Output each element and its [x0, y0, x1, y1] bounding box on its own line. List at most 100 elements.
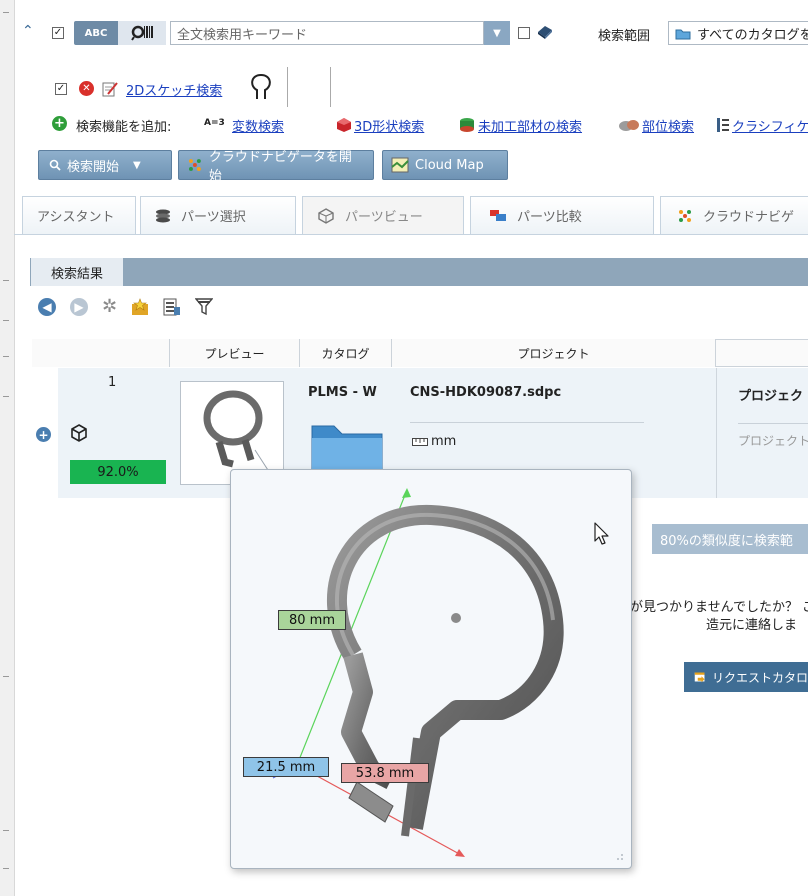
remove-icon[interactable]: ✕	[79, 81, 94, 96]
search-dropdown-button[interactable]: ▼	[484, 21, 510, 45]
classification-search-link[interactable]: クラシフィケ	[732, 116, 808, 135]
cloud-navigator-start-button[interactable]: クラウドナビゲータを開始	[178, 150, 374, 184]
add-function-row: + 検索機能を追加: A=3 変数検索 3D形状検索 未加工部材の検索 部位検索…	[0, 113, 808, 137]
parts-view-icon	[318, 207, 334, 224]
expand-row-icon[interactable]: +	[36, 427, 51, 442]
part-region-search-link[interactable]: 部位検索	[642, 116, 694, 135]
search-icon	[49, 159, 61, 171]
search-start-button[interactable]: 検索開始 ▼	[38, 150, 172, 180]
parts-compare-icon	[490, 209, 506, 221]
search-range-value: すべてのカタログを	[697, 27, 808, 43]
request-catalog-button[interactable]: リクエストカタロ	[684, 662, 808, 692]
tab-parts-view-label: パーツビュー	[345, 210, 423, 225]
results-header-bar	[30, 258, 808, 286]
tab-cloud-navigator-label: クラウドナビゲ	[703, 210, 795, 225]
collapse-icon[interactable]: ⌃	[22, 24, 34, 38]
back-icon[interactable]: ◀	[38, 298, 56, 316]
not-found-text-2: 造元に連絡しま	[706, 618, 798, 633]
mouse-cursor-icon	[594, 522, 610, 550]
filter-icon[interactable]	[195, 298, 214, 316]
project-divider	[410, 422, 644, 423]
unit-label: mm	[431, 434, 457, 449]
divider	[287, 67, 288, 107]
column-header-blank	[32, 339, 170, 367]
column-header-catalog[interactable]: カタログ	[300, 339, 392, 367]
raw-material-icon	[458, 117, 476, 137]
tab-parts-compare-label: パーツ比較	[517, 210, 582, 225]
parts-select-icon	[156, 209, 170, 222]
column-header-project[interactable]: プロジェクト	[392, 339, 716, 367]
cloud-map-button[interactable]: Cloud Map	[382, 150, 508, 180]
search-input[interactable]: 全文検索用キーワード	[170, 21, 484, 45]
favorite-folder-icon[interactable]	[131, 298, 149, 316]
add-icon: +	[52, 116, 67, 131]
cloud-navigator-icon	[188, 159, 201, 171]
settings-gear-icon[interactable]: ✲	[102, 298, 117, 316]
similarity-search-button[interactable]: 80%の類似度に検索範	[652, 524, 808, 554]
dimension-label-red: 53.8 mm	[341, 763, 429, 783]
abc-mode[interactable]: ABC	[74, 28, 118, 39]
2d-sketch-search-link[interactable]: 2Dスケッチ検索	[126, 80, 222, 99]
results-toolbar: ◀ ▶ ✲	[38, 298, 214, 316]
catalog-checkbox[interactable]	[518, 27, 530, 39]
dimension-label-green: 80 mm	[278, 610, 346, 630]
column-header-preview[interactable]: プレビュー	[170, 339, 300, 367]
cloud-navigator-start-label: クラウドナビゲータを開始	[208, 150, 352, 184]
tab-assistant[interactable]: アシスタント	[22, 196, 136, 234]
tab-bar-line	[14, 234, 808, 235]
map-icon	[391, 157, 409, 173]
similarity-badge: 92.0%	[70, 460, 166, 484]
book-icon	[536, 23, 554, 45]
3d-shape-icon	[336, 117, 352, 137]
search-checkbox[interactable]: ✓	[52, 27, 64, 39]
forward-icon[interactable]: ▶	[70, 298, 88, 316]
add-function-label: 検索機能を追加:	[76, 120, 172, 135]
tab-parts-compare[interactable]: パーツ比較	[470, 196, 654, 234]
request-catalog-label: リクエストカタロ	[711, 670, 808, 685]
results-tab-label: 検索結果	[50, 266, 103, 282]
column-preview-label: プレビュー	[204, 346, 265, 361]
tab-parts-select-label: パーツ選択	[181, 210, 246, 225]
search-mode-toggle[interactable]: ABC	[74, 21, 166, 45]
column-project-label: プロジェクト	[517, 346, 590, 361]
tab-assistant-label: アシスタント	[37, 210, 115, 225]
search-range-label: 検索範囲	[598, 29, 651, 44]
folder-icon	[675, 29, 691, 39]
cloud-map-label: Cloud Map	[415, 157, 484, 173]
raw-material-search-link[interactable]: 未加工部材の検索	[478, 116, 582, 135]
chevron-down-icon[interactable]: ▼	[133, 160, 141, 171]
part-region-icon	[618, 118, 640, 136]
export-table-icon[interactable]	[163, 298, 181, 316]
catalog-name: PLMS - W	[308, 385, 377, 400]
results-tab[interactable]: 検索結果	[31, 258, 123, 286]
sketch-shape-thumb[interactable]	[248, 72, 274, 106]
unit-field: mm	[412, 434, 456, 449]
sketch-checkbox[interactable]: ✓	[55, 83, 67, 95]
dimension-label-blue: 21.5 mm	[243, 757, 329, 777]
tab-cloud-navigator[interactable]: クラウドナビゲ	[660, 196, 808, 234]
tab-parts-view[interactable]: パーツビュー	[302, 196, 464, 234]
project-subtitle-right: プロジェクト	[738, 434, 808, 448]
variable-icon: A=3	[204, 118, 225, 128]
3d-preview-popup[interactable]: 80 mm 21.5 mm 53.8 mm	[230, 469, 632, 869]
row-index: 1	[108, 375, 117, 390]
column-catalog-label: カタログ	[321, 346, 370, 361]
classification-icon	[716, 117, 730, 137]
3d-part-icon	[70, 424, 88, 446]
sketch-edit-icon[interactable]	[102, 81, 119, 101]
3d-model-view[interactable]	[231, 470, 631, 868]
not-found-text-1: が見つかりませんでしたか？ ご	[630, 600, 808, 615]
ruler-icon	[412, 437, 428, 446]
3d-shape-search-link[interactable]: 3D形状検索	[354, 116, 424, 135]
barcode-icon[interactable]	[118, 21, 166, 45]
search-start-label: 検索開始	[67, 159, 120, 175]
project-name: CNS-HDK09087.sdpc	[410, 385, 562, 400]
variable-search-link[interactable]: 変数検索	[232, 116, 284, 135]
cloud-navigator-icon	[679, 209, 691, 222]
search-range-select[interactable]: すべてのカタログを	[668, 21, 808, 45]
tab-parts-select[interactable]: パーツ選択	[140, 196, 296, 234]
project-divider-right	[738, 423, 808, 424]
project-title-right: プロジェク	[738, 389, 804, 404]
search-placeholder: 全文検索用キーワード	[177, 27, 308, 43]
column-separator	[716, 368, 717, 498]
